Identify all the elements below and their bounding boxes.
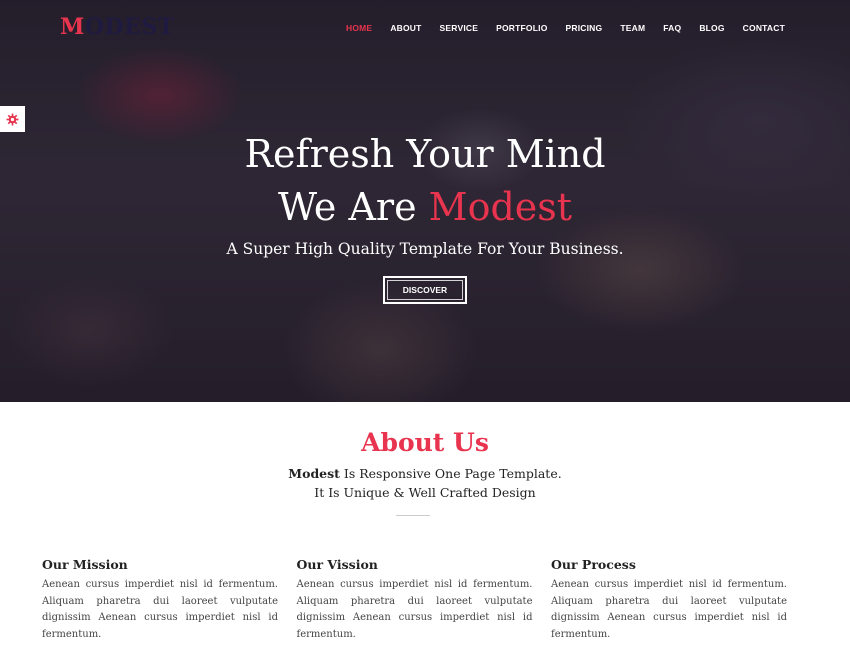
process-column: Our Process Aenean cursus imperdiet nisl… (551, 557, 787, 643)
nav-item-home[interactable]: HOME (346, 23, 372, 33)
nav-item-faq[interactable]: FAQ (663, 23, 681, 33)
nav-item-contact[interactable]: CONTACT (743, 23, 785, 33)
about-section: About Us Modest Is Responsive One Page T… (0, 402, 850, 660)
brand-logo[interactable]: MODEST (60, 14, 175, 40)
hero-subtitle: A Super High Quality Template For Your B… (226, 240, 624, 258)
hero-section: MODEST HOME ABOUT SERVICE PORTFOLIO PRIC… (0, 0, 850, 402)
nav-item-blog[interactable]: BLOG (699, 23, 724, 33)
about-title: About Us (361, 428, 489, 457)
nav-item-pricing[interactable]: PRICING (566, 23, 603, 33)
about-line1: Modest Is Responsive One Page Template. (0, 464, 850, 483)
vission-heading: Our Vission (296, 557, 378, 572)
process-text: Aenean cursus imperdiet nisl id fermentu… (551, 579, 787, 640)
about-line1-rest: Is Responsive One Page Template. (339, 466, 562, 481)
about-columns: Our Mission Aenean cursus imperdiet nisl… (42, 557, 787, 643)
nav-item-portfolio[interactable]: PORTFOLIO (496, 23, 547, 33)
nav-item-team[interactable]: TEAM (620, 23, 645, 33)
section-divider (396, 515, 430, 516)
gear-icon (6, 113, 19, 125)
hero-title-line2-prefix: We Are (277, 185, 429, 229)
hero-title: Refresh Your Mind We Are Modest (0, 128, 850, 234)
mission-text: Aenean cursus imperdiet nisl id fermentu… (42, 579, 278, 640)
discover-button[interactable]: DISCOVER (383, 276, 467, 304)
about-line2: It Is Unique & Well Crafted Design (314, 485, 536, 500)
nav-item-service[interactable]: SERVICE (440, 23, 479, 33)
mission-heading: Our Mission (42, 557, 128, 572)
mission-column: Our Mission Aenean cursus imperdiet nisl… (42, 557, 278, 643)
about-line1-bold: Modest (288, 466, 340, 481)
process-heading: Our Process (551, 557, 636, 572)
vission-text: Aenean cursus imperdiet nisl id fermentu… (296, 579, 533, 640)
hero-title-line1: Refresh Your Mind (244, 132, 606, 176)
logo-first-letter: M (60, 14, 85, 40)
logo-rest: ODEST (84, 14, 175, 40)
about-intro: Modest Is Responsive One Page Template. … (0, 464, 850, 502)
hero-title-accent: Modest (428, 185, 573, 229)
vission-column: Our Vission Aenean cursus imperdiet nisl… (297, 557, 533, 643)
main-nav: HOME ABOUT SERVICE PORTFOLIO PRICING TEA… (328, 23, 785, 33)
hero-content: Refresh Your Mind We Are Modest A Super … (0, 128, 850, 304)
nav-item-about[interactable]: ABOUT (390, 23, 421, 33)
